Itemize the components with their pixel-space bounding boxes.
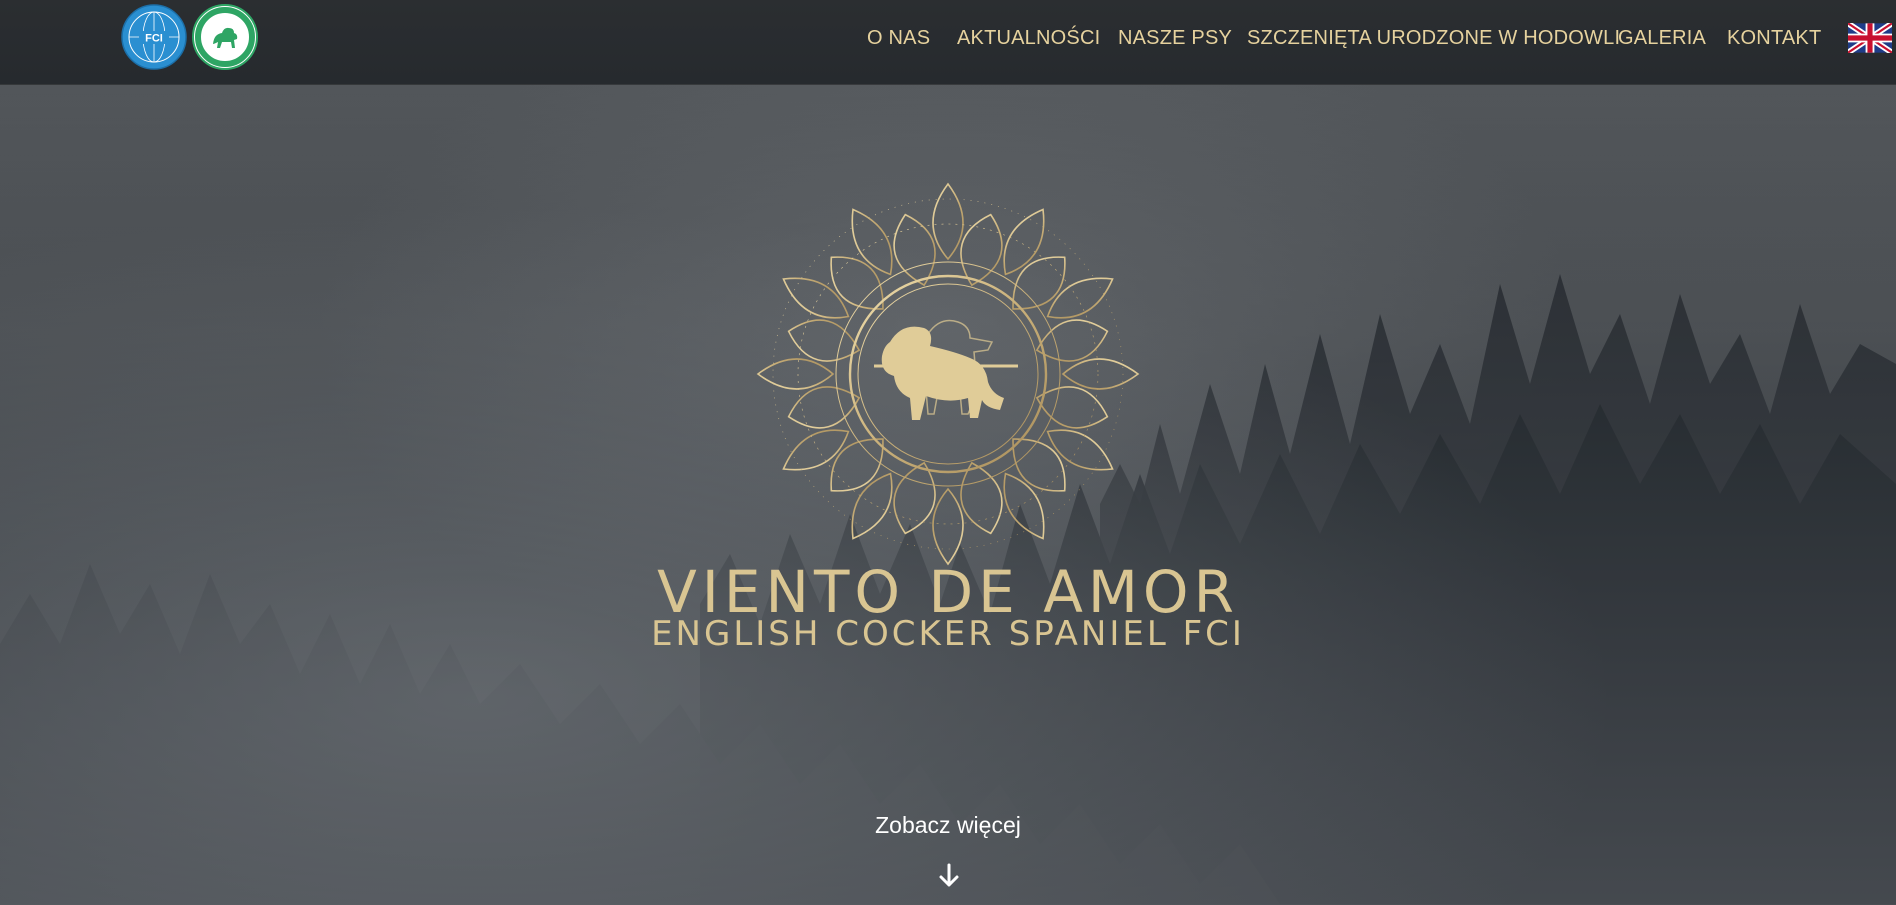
nav-item-galeria[interactable]: GALERIA (1618, 27, 1706, 50)
kennel-title: VIENTO DE AMOR (657, 558, 1239, 626)
arrow-down-icon (939, 863, 959, 887)
uk-flag-icon (1848, 23, 1892, 53)
nav-item-kontakt[interactable]: KONTAKT (1727, 27, 1821, 50)
scroll-down-button[interactable] (938, 863, 960, 889)
mandala-dog-emblem (756, 182, 1140, 566)
kennel-subtitle: ENGLISH COCKER SPANIEL FCI (651, 614, 1245, 654)
site-header: FCI O NAS AKTUALNOŚCI NASZE PSY SZCZENIĘ… (0, 0, 1896, 84)
nav-item-o-nas[interactable]: O NAS (867, 27, 930, 50)
nav-item-nasze-psy[interactable]: NASZE PSY (1118, 27, 1232, 50)
see-more-label: Zobacz więcej (875, 812, 1021, 838)
language-switch-english[interactable] (1848, 23, 1892, 53)
page: FCI O NAS AKTUALNOŚCI NASZE PSY SZCZENIĘ… (0, 0, 1896, 905)
nav-item-aktualnosci[interactable]: AKTUALNOŚCI (957, 27, 1100, 50)
nav-item-szczenieta[interactable]: SZCZENIĘTA URODZONE W HODOWLI (1247, 27, 1620, 50)
main-navigation: O NAS AKTUALNOŚCI NASZE PSY SZCZENIĘTA U… (0, 0, 1896, 78)
hero-section: VIENTO DE AMOR ENGLISH COCKER SPANIEL FC… (0, 84, 1896, 905)
see-more-link[interactable]: Zobacz więcej (0, 812, 1896, 839)
kennel-emblem (748, 174, 1148, 574)
